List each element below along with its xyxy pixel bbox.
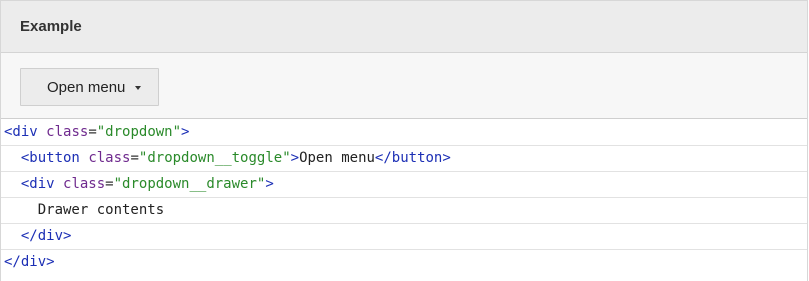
- code-token-text: Open menu: [299, 150, 375, 166]
- code-token-text: Drawer contents: [4, 202, 165, 218]
- code-token-tag: <div: [4, 124, 38, 140]
- code-token-attribute: class: [63, 176, 106, 192]
- code-line: <div class="dropdown__drawer">: [1, 172, 807, 198]
- code-token-tag: </div>: [20, 228, 72, 244]
- code-token-tag: </div>: [4, 254, 55, 270]
- example-panel: Example Open menu <div class="dropdown">…: [0, 0, 808, 281]
- example-header: Example: [1, 1, 807, 53]
- code-token-tag: </button>: [374, 150, 451, 166]
- code-token-equals: =: [130, 150, 139, 166]
- code-line: <button class="dropdown__toggle">Open me…: [1, 146, 807, 172]
- code-token-attribute: class: [46, 124, 89, 140]
- demo-area: Open menu: [1, 53, 807, 119]
- code-token-tag: >: [181, 124, 190, 140]
- code-token-tag: <div: [20, 176, 55, 192]
- code-token-string: "dropdown__toggle": [138, 150, 291, 166]
- code-token-equals: =: [105, 176, 114, 192]
- code-token-string: "dropdown__drawer": [113, 176, 266, 192]
- code-token-tag: <button: [20, 150, 80, 166]
- code-token-string: "dropdown": [96, 124, 182, 140]
- code-token-attribute: class: [88, 150, 131, 166]
- code-line: <div class="dropdown">: [1, 120, 807, 146]
- open-menu-button[interactable]: Open menu: [20, 68, 160, 106]
- code-token-tag: >: [265, 176, 274, 192]
- code-line: Drawer contents: [1, 198, 807, 224]
- caret-down-icon: [135, 85, 142, 90]
- code-block: <div class="dropdown"> <button class="dr…: [1, 119, 807, 276]
- code-line: </div>: [1, 224, 807, 250]
- code-line: </div>: [1, 250, 807, 276]
- open-menu-button-label: Open menu: [47, 78, 126, 96]
- example-title: Example: [20, 18, 82, 35]
- code-token-equals: =: [88, 124, 97, 140]
- code-token-tag: >: [290, 150, 300, 166]
